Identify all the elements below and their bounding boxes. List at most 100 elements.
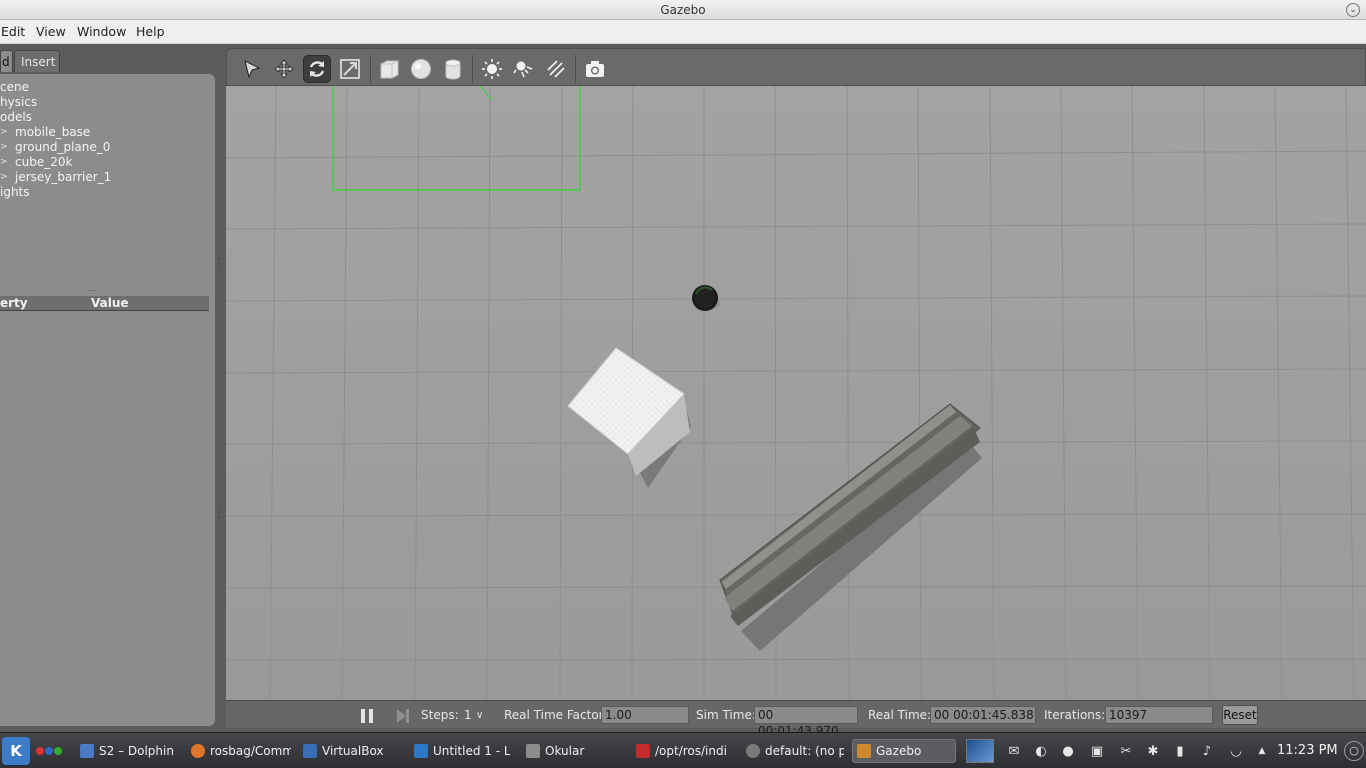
directional-light-button[interactable] xyxy=(542,55,570,83)
select-mode-button[interactable] xyxy=(238,55,266,83)
chat-icon[interactable]: ● xyxy=(1058,741,1078,761)
real-time-field: 00 00:01:45.838 xyxy=(930,706,1036,724)
virtualbox-icon xyxy=(303,744,317,758)
sun-icon xyxy=(482,59,502,79)
task-gazebo[interactable]: Gazebo xyxy=(852,739,956,763)
steps-spinner-chevron-icon[interactable]: ∨ xyxy=(476,710,483,721)
scene-toolbar xyxy=(226,48,1366,86)
browser-launcher-icon[interactable]: ◐ xyxy=(1031,741,1051,761)
real-time-label: Real Time: xyxy=(868,708,932,722)
toolbar-separator xyxy=(472,55,473,83)
task-libreoffice[interactable]: Untitled 1 - L xyxy=(414,739,510,763)
window-menu-chevron-icon[interactable]: ⌄ xyxy=(1346,3,1360,17)
task-network[interactable]: default: (no p xyxy=(746,739,844,763)
expand-arrow-icon[interactable]: > xyxy=(0,142,8,152)
tab-insert[interactable]: Insert xyxy=(14,50,60,72)
task-label: default: (no p xyxy=(765,744,844,758)
task-firefox[interactable]: rosbag/Comm xyxy=(191,739,291,763)
simulation-statusbar: Steps: 1 ∨ Real Time Factor: 1.00 Sim Ti… xyxy=(226,700,1366,738)
shield-icon[interactable]: ▣ xyxy=(1087,741,1107,761)
expand-arrow-icon[interactable]: > xyxy=(0,127,8,137)
toolbar-separator xyxy=(575,55,576,83)
tray-expand-arrow-icon[interactable]: ▲ xyxy=(1252,741,1272,761)
step-button[interactable] xyxy=(394,707,412,728)
scene-render[interactable] xyxy=(226,86,1366,700)
tab-world[interactable]: d xyxy=(0,50,13,72)
3d-viewport[interactable] xyxy=(226,86,1366,700)
cylinder-icon xyxy=(445,59,461,80)
panel-splitter-handle[interactable]: · · · xyxy=(218,256,221,272)
network-icon xyxy=(746,744,760,758)
libreoffice-icon xyxy=(414,744,428,758)
panel-splitter-handle[interactable]: · · · xyxy=(218,506,221,522)
show-desktop-icon[interactable]: ○ xyxy=(1344,741,1364,761)
task-dolphin[interactable]: S2 – Dolphin xyxy=(80,739,184,763)
cylinder-shape-button[interactable] xyxy=(439,55,467,83)
screenshot-button[interactable] xyxy=(581,55,609,83)
toolbar-separator xyxy=(370,55,371,83)
wifi-icon[interactable]: ◡ xyxy=(1226,741,1246,761)
menu-help[interactable]: Help xyxy=(136,24,165,39)
box-icon xyxy=(380,60,399,79)
volume-icon[interactable]: ♪ xyxy=(1197,741,1217,761)
firefox-icon xyxy=(191,744,205,758)
task-label: VirtualBox xyxy=(322,744,384,758)
translate-mode-button[interactable] xyxy=(270,55,298,83)
task-okular[interactable]: Okular xyxy=(526,739,626,763)
iterations-field: 10397 xyxy=(1105,706,1213,724)
expand-arrow-icon[interactable]: > xyxy=(0,172,8,182)
tree-item-scene[interactable]: cene xyxy=(0,80,29,94)
window-titlebar: Gazebo ⌄ xyxy=(0,0,1366,20)
kde-menu-icon[interactable]: K xyxy=(2,737,30,765)
battery-icon[interactable]: ▮ xyxy=(1170,741,1190,761)
tree-item-ground-plane[interactable]: ground_plane_0 xyxy=(15,140,110,154)
scale-mode-button[interactable] xyxy=(336,55,364,83)
pause-button[interactable] xyxy=(358,707,376,728)
clock[interactable]: 11:23 PM xyxy=(1277,743,1338,758)
task-virtualbox[interactable]: VirtualBox xyxy=(303,739,403,763)
reset-button[interactable]: Reset xyxy=(1222,705,1258,725)
sim-time-label: Sim Time: xyxy=(696,708,756,722)
mail-notification-icon[interactable]: ✉ xyxy=(1004,741,1024,761)
value-column-header[interactable]: Value xyxy=(91,296,129,311)
activities-icon[interactable] xyxy=(36,747,66,757)
scale-icon xyxy=(340,59,360,79)
rotate-mode-button[interactable] xyxy=(303,55,331,83)
tree-item-jersey-barrier[interactable]: jersey_barrier_1 xyxy=(15,170,111,184)
tree-item-lights[interactable]: ights xyxy=(0,185,30,199)
arrow-cursor-icon xyxy=(244,60,261,79)
menu-edit[interactable]: Edit xyxy=(1,24,25,39)
sphere-icon xyxy=(411,59,431,79)
task-label: S2 – Dolphin xyxy=(99,744,174,758)
menu-window[interactable]: Window xyxy=(77,24,126,39)
point-light-button[interactable] xyxy=(478,55,506,83)
real-time-factor-field: 1.00 xyxy=(601,706,689,724)
iterations-label: Iterations: xyxy=(1044,708,1106,722)
splitter-handle[interactable]: ... xyxy=(88,285,96,293)
pause-icon xyxy=(361,709,373,723)
terminal-icon xyxy=(636,744,650,758)
dolphin-icon xyxy=(80,744,94,758)
property-column-header[interactable]: erty xyxy=(0,296,28,311)
tree-item-cube[interactable]: cube_20k xyxy=(15,155,72,169)
bluetooth-icon[interactable]: ✱ xyxy=(1143,741,1163,761)
spot-light-button[interactable] xyxy=(510,55,538,83)
system-taskbar: K S2 – Dolphin rosbag/Comm VirtualBox Un… xyxy=(0,732,1366,768)
task-label: Gazebo xyxy=(876,744,922,758)
task-terminal[interactable]: /opt/ros/indi xyxy=(636,739,734,763)
box-shape-button[interactable] xyxy=(375,55,403,83)
tree-item-physics[interactable]: hysics xyxy=(0,95,37,109)
directional-light-icon xyxy=(547,60,565,78)
tree-item-models[interactable]: odels xyxy=(0,110,32,124)
world-tree-panel: cene hysics odels > mobile_base > ground… xyxy=(0,74,215,726)
task-label: Untitled 1 - L xyxy=(433,744,510,758)
expand-arrow-icon[interactable]: > xyxy=(0,157,8,167)
sphere-shape-button[interactable] xyxy=(407,55,435,83)
steps-label: Steps: xyxy=(421,708,459,722)
steps-value[interactable]: 1 xyxy=(464,708,472,722)
menu-view[interactable]: View xyxy=(36,24,66,39)
scissors-icon[interactable]: ✂ xyxy=(1116,741,1136,761)
tree-item-mobile-base[interactable]: mobile_base xyxy=(15,125,90,139)
desktop-pager-icon[interactable] xyxy=(966,739,994,763)
camera-icon xyxy=(586,61,604,77)
